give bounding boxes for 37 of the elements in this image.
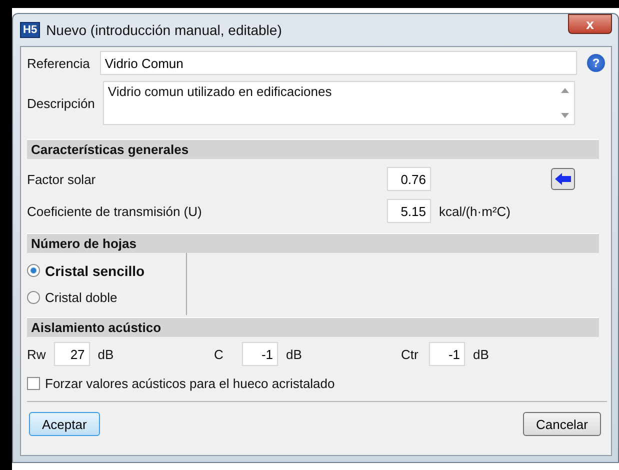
- section-header: Características generales: [27, 139, 599, 159]
- arrow-button[interactable]: [551, 168, 575, 190]
- reference-field[interactable]: Vidrio Comun: [100, 51, 577, 75]
- unit-label: dB: [473, 346, 489, 362]
- help-button[interactable]: ?: [587, 54, 605, 72]
- section-header: Número de hojas: [27, 233, 599, 253]
- scroll-up-icon[interactable]: [561, 88, 569, 93]
- value-field[interactable]: -1: [429, 342, 465, 366]
- unit-label: kcal/(h·m²C): [439, 204, 510, 218]
- value-field[interactable]: 27: [54, 342, 90, 366]
- option-label: Cristal sencillo: [45, 262, 145, 278]
- field-label: Descripción: [27, 96, 95, 110]
- arrow-icon: [555, 173, 571, 185]
- app-icon: H5: [20, 22, 40, 38]
- option-label: Cristal doble: [45, 290, 118, 305]
- dialog-button[interactable]: Aceptar: [29, 412, 100, 436]
- close-button[interactable]: x: [568, 14, 612, 34]
- description-field[interactable]: Vidrio comun utilizado en edificaciones: [102, 81, 575, 125]
- field-label: Referencia: [27, 56, 90, 70]
- window-title: Nuevo (introducción manual, editable): [46, 22, 283, 38]
- dialog-button[interactable]: Cancelar: [522, 412, 601, 436]
- radio-button[interactable]: [27, 264, 40, 277]
- field-label: Rw: [27, 346, 46, 362]
- checkbox[interactable]: [27, 377, 40, 390]
- section-header: Aislamiento acústico: [27, 317, 599, 337]
- field-label: Factor solar: [27, 172, 97, 186]
- checkbox-label: Forzar valores acústicos para el hueco acristalado: [45, 376, 335, 391]
- field-label: Ctr: [401, 346, 420, 362]
- value-field[interactable]: -1: [242, 342, 278, 366]
- radio-button[interactable]: [27, 291, 40, 304]
- scroll-down-icon[interactable]: [561, 113, 569, 118]
- field-label: C: [214, 346, 224, 362]
- unit-label: dB: [98, 346, 114, 362]
- value-field[interactable]: 0.76: [387, 167, 431, 191]
- field-label: Coeficiente de transmisión (U): [27, 204, 203, 218]
- value-field[interactable]: 5.15: [387, 199, 431, 223]
- unit-label: dB: [286, 346, 302, 362]
